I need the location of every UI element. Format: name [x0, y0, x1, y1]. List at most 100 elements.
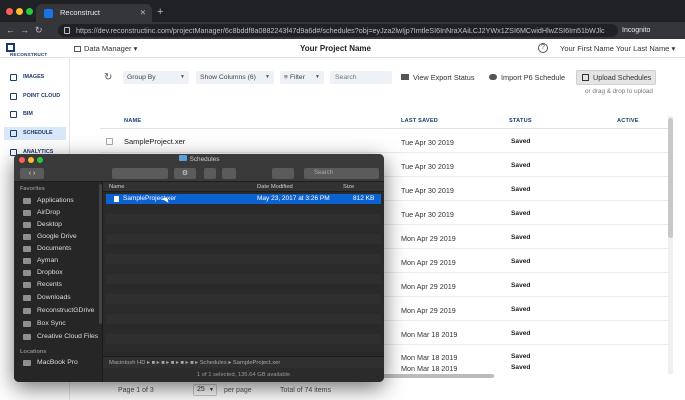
filter-dropdown[interactable]: ≡ Filter ▼ [280, 71, 324, 84]
dropbox-icon[interactable] [272, 168, 294, 179]
address-bar[interactable]: https://dev.reconstructinc.com/projectMa… [58, 24, 618, 37]
last-saved: Tue Apr 30 2019 [401, 186, 454, 195]
finder-minimize-icon[interactable] [28, 157, 34, 163]
google-drive-icon [23, 234, 31, 240]
sidebar-item-point-cloud[interactable]: POINT CLOUD [4, 90, 66, 103]
finder-close-icon[interactable] [19, 157, 25, 163]
finder-file-row[interactable]: SampleProject.xer May 23, 2017 at 3:26 P… [106, 194, 381, 204]
status-text: Saved [511, 138, 531, 145]
point-cloud-icon [10, 93, 17, 100]
tag-icon[interactable] [222, 168, 236, 179]
tab-title: Reconstruct [60, 8, 101, 17]
finder-sidebar-item[interactable]: Applications [20, 195, 100, 207]
view-mode-buttons[interactable] [112, 168, 168, 179]
upload-schedules-button[interactable]: Upload Schedules [576, 70, 656, 85]
share-icon[interactable] [204, 168, 216, 179]
finder-sidebar-item[interactable]: MacBook Pro [20, 357, 100, 369]
documents-icon [23, 246, 31, 252]
finder-sidebar-label: Applications [37, 197, 74, 204]
finder-sidebar-label: Ayman [37, 257, 59, 264]
finder-file-size: 812 KB [353, 195, 375, 202]
status-text: Saved [511, 282, 531, 289]
sidebar-item-bim[interactable]: BIM [4, 108, 66, 121]
help-icon[interactable]: ? [538, 43, 548, 53]
gear-icon[interactable]: ⚙ [174, 168, 196, 179]
last-saved: Mon Mar 18 2019 [401, 364, 458, 373]
import-p6-button[interactable]: Import P6 Schedule [489, 71, 565, 84]
refresh-icon[interactable]: ↻ [104, 72, 112, 83]
row-checkbox[interactable] [106, 138, 113, 145]
cloud-upload-icon [489, 74, 497, 80]
last-saved: Tue Apr 30 2019 [401, 138, 454, 147]
finder-sidebar-scrollbar[interactable] [99, 184, 102, 324]
finder-sidebar-item[interactable]: Dropbox [20, 267, 100, 279]
finder-zoom-icon[interactable] [37, 157, 43, 163]
last-saved: Mon Apr 29 2019 [401, 282, 456, 291]
scrollbar-thumb[interactable] [668, 118, 673, 238]
finder-empty-row [106, 214, 381, 224]
browser-tab[interactable]: Reconstruct ✕ [36, 4, 152, 22]
column-header-active[interactable]: ACTIVE [617, 118, 639, 124]
finder-sidebar-item[interactable]: Desktop [20, 219, 100, 231]
finder-column-size[interactable]: Size [343, 182, 354, 192]
user-menu[interactable]: Your First Name Your Last Name ▾ [560, 39, 675, 58]
finder-sidebar-item[interactable]: AirDrop [20, 207, 100, 219]
finder-titlebar[interactable]: Schedules [14, 154, 384, 165]
finder-sidebar-item[interactable]: Downloads [20, 292, 100, 304]
vertical-scrollbar[interactable] [668, 116, 673, 374]
back-forward-buttons[interactable]: ‹ › [20, 168, 44, 179]
finder-path-bar[interactable]: Macintosh HD ▸ ■ ▸ ■ ▸ ■ ▸ ■ ▸ ■ ▸ Sched… [103, 356, 384, 368]
upload-icon [582, 74, 589, 81]
finder-search-input[interactable]: Search [304, 168, 379, 179]
finder-sidebar-label: ReconstructGDrive [37, 307, 95, 314]
status-text: Saved [511, 162, 531, 169]
finder-sidebar-item[interactable]: Ayman [20, 255, 100, 267]
sidebar-item-images[interactable]: IMAGES [4, 71, 66, 84]
column-header-name[interactable]: NAME [124, 118, 141, 124]
project-name[interactable]: Your Project Name [300, 39, 371, 58]
file-name[interactable]: SampleProject.xer [124, 137, 185, 146]
view-export-status-button[interactable]: View Export Status [401, 71, 475, 84]
browser-toolbar: ← → ↻ https://dev.reconstructinc.com/pro… [0, 22, 685, 39]
finder-column-name[interactable]: Name [109, 182, 124, 192]
close-window-icon[interactable] [6, 8, 13, 15]
finder-sidebar-item[interactable]: Recents [20, 279, 100, 291]
finder-empty-row [106, 234, 381, 244]
finder-window[interactable]: Schedules ‹ › ⚙ Search Favorites Applica… [14, 154, 384, 382]
filter-label: Filter [289, 74, 305, 81]
last-saved: Mon Mar 18 2019 [401, 330, 458, 339]
search-input[interactable] [330, 71, 392, 84]
finder-sidebar-label: Recents [37, 281, 62, 288]
reload-icon[interactable]: ↻ [35, 22, 43, 39]
recents-icon [23, 282, 31, 288]
column-header-status[interactable]: STATUS [509, 118, 532, 124]
row-divider [100, 152, 670, 153]
last-saved: Tue Apr 30 2019 [401, 210, 454, 219]
close-tab-icon[interactable]: ✕ [140, 4, 146, 22]
forward-arrow-icon[interactable]: → [20, 22, 29, 39]
group-by-dropdown[interactable]: Group By ▼ [123, 71, 189, 84]
show-columns-label: Show Columns (6) [200, 74, 256, 81]
status-text: Saved [511, 234, 531, 241]
column-header-last-saved[interactable]: LAST SAVED [401, 118, 438, 124]
show-columns-dropdown[interactable]: Show Columns (6) ▼ [196, 71, 274, 84]
sidebar-item-schedule[interactable]: SCHEDULE [4, 127, 66, 140]
data-manager-dropdown[interactable]: Data Manager ▾ [74, 39, 137, 58]
finder-sidebar-item[interactable]: Box Sync [20, 318, 100, 330]
finder-sidebar-item[interactable]: ReconstructGDrive [20, 305, 100, 317]
per-page-select[interactable]: 25 ▼ [193, 384, 217, 396]
lock-icon [64, 27, 70, 34]
maximize-window-icon[interactable] [26, 8, 33, 15]
finder-column-modified[interactable]: Date Modified [257, 182, 293, 192]
back-arrow-icon[interactable]: ← [6, 22, 15, 39]
reconstruct-logo[interactable]: RECONSTRUCT [6, 43, 66, 57]
new-tab-button[interactable]: + [157, 4, 163, 20]
finder-sidebar-item[interactable]: Creative Cloud Files [20, 331, 100, 343]
finder-sidebar-item[interactable]: Google Drive [20, 231, 100, 243]
minimize-window-icon[interactable] [16, 8, 23, 15]
finder-sidebar-item[interactable]: Documents [20, 243, 100, 255]
locations-heading: Locations [20, 349, 47, 355]
horizontal-scrollbar[interactable] [382, 374, 494, 378]
group-by-label: Group By [127, 74, 156, 81]
status-text: Saved [511, 330, 531, 337]
